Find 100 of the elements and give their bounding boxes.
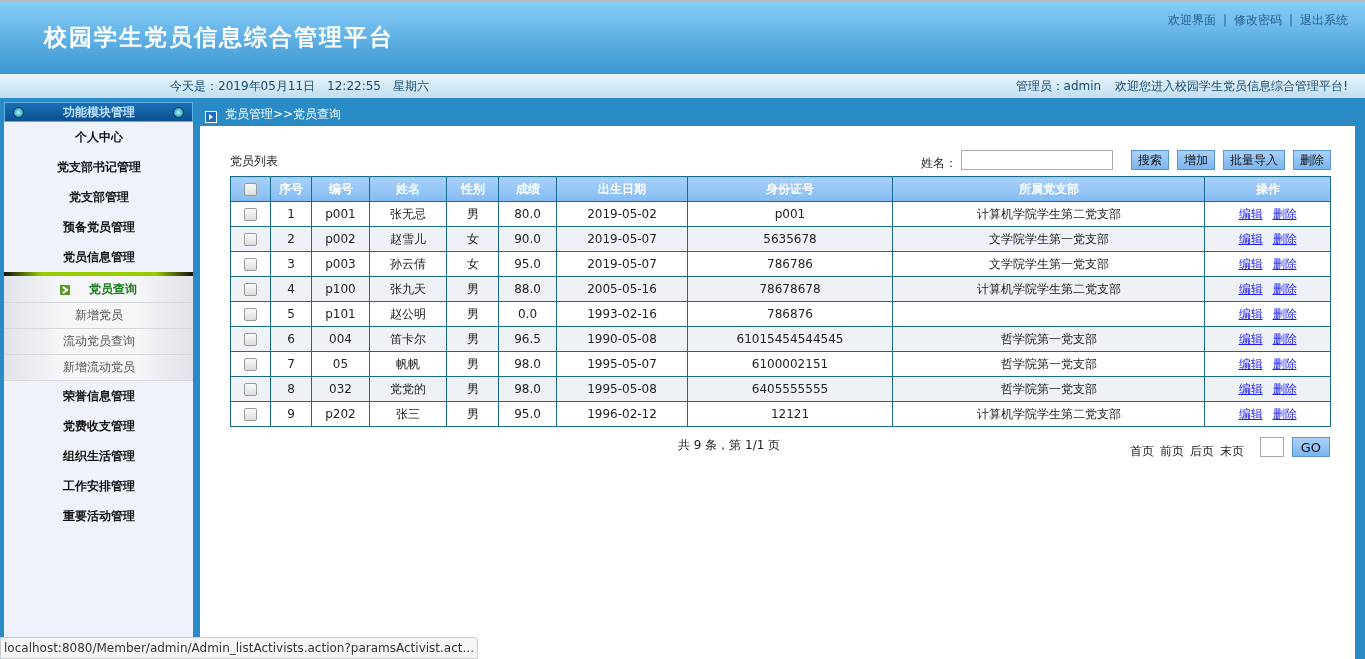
orb-icon [173,106,184,118]
separator: | [1222,13,1227,27]
page-summary: 共 9 条，第 1/1 页 [678,437,781,454]
date-time-text: 今天是：2019年05月11日 12:22:55 星期六 [169,77,429,95]
table-cell: p001 [311,201,370,227]
page-input-field[interactable] [1259,437,1284,457]
action-link[interactable]: 删除 [1272,206,1297,221]
sidebar-item[interactable]: 党支部书记管理 [4,152,193,182]
column-header: 出生日期 [556,176,688,202]
name-input-field[interactable] [961,150,1113,170]
action-link[interactable]: 删除 [1272,331,1297,346]
row-checkbox[interactable] [244,383,257,396]
orb-icon [13,106,24,118]
table-cell: 61015454544545 [687,326,893,352]
table-cell: 文学院学生第一党支部 [892,251,1205,277]
action-link[interactable]: 编辑 [1238,206,1263,221]
action-link[interactable]: 编辑 [1238,406,1263,421]
go-button[interactable]: GO [1291,437,1330,457]
sidebar-item[interactable]: 党支部管理 [4,182,193,212]
header-link[interactable]: 欢迎界面 [1167,13,1216,27]
select-all-checkbox[interactable] [244,183,257,196]
action-link[interactable]: 删除 [1272,381,1297,396]
action-link[interactable]: 删除 [1272,406,1297,421]
row-checkbox[interactable] [244,258,257,271]
table-cell: 6405555555 [687,376,893,402]
row-checkbox[interactable] [244,208,257,221]
table-cell: 哲学院第一党支部 [892,376,1205,402]
action-link[interactable]: 编辑 [1238,356,1263,371]
table-cell: p003 [311,251,370,277]
pagination-link[interactable]: 后页 [1189,442,1214,460]
row-checkbox[interactable] [244,358,257,371]
row-checkbox[interactable] [244,283,257,296]
sidebar-item[interactable]: 党员信息管理 [4,242,193,272]
action-link[interactable]: 删除 [1272,231,1297,246]
arrow-icon [60,284,71,295]
table-cell: 2019-05-02 [556,201,688,227]
table-cell: 1990-05-08 [556,326,688,352]
sidebar-title: 功能模块管理 [62,103,135,121]
pagination-link[interactable]: 前页 [1159,442,1184,460]
table-cell: 6100002151 [687,351,893,377]
action-link[interactable]: 删除 [1272,306,1297,321]
toolbar-button[interactable]: 搜索 [1131,150,1169,170]
table-cell: 1993-02-16 [556,301,688,327]
table-cell: 男 [446,351,499,377]
submenu-item[interactable]: 流动党员查询 [4,329,193,355]
table-cell: 赵公明 [369,301,447,327]
table-cell: 计算机学院学生第二党支部 [892,401,1205,427]
table-cell: 786786 [687,251,893,277]
toolbar-button[interactable]: 删除 [1293,150,1331,170]
row-checkbox[interactable] [244,308,257,321]
submenu-item[interactable]: 党员查询 [4,276,193,303]
table-cell: p001 [687,201,893,227]
column-header: 姓名 [369,176,447,202]
table-cell: 男 [446,301,499,327]
pagination-link[interactable]: 首页 [1129,442,1154,460]
sidebar-item[interactable]: 荣誉信息管理 [4,381,193,411]
row-checkbox[interactable] [244,233,257,246]
table-cell: 女 [446,251,499,277]
table-cell: 98.0 [498,351,557,377]
table-cell: 0.0 [498,301,557,327]
action-link[interactable]: 编辑 [1238,331,1263,346]
pagination-link[interactable]: 末页 [1219,442,1244,460]
row-checkbox[interactable] [244,408,257,421]
breadcrumb: 党员管理>>党员查询 [225,105,342,123]
column-header: 所属党支部 [892,176,1205,202]
action-link[interactable]: 编辑 [1238,306,1263,321]
table-cell: 哲学院第一党支部 [892,351,1205,377]
action-link[interactable]: 编辑 [1238,256,1263,271]
sidebar-item[interactable]: 党费收支管理 [4,411,193,441]
table-cell: 05 [311,351,370,377]
toolbar-button[interactable]: 批量导入 [1223,150,1285,170]
table-cell: 1995-05-08 [556,376,688,402]
submenu-item[interactable]: 新增流动党员 [4,355,193,381]
table-cell: 5635678 [687,226,893,252]
name-label: 姓名： [921,154,957,172]
table-cell: 12121 [687,401,893,427]
list-title: 党员列表 [230,153,278,170]
table-cell: 文学院学生第一党支部 [892,226,1205,252]
action-link[interactable]: 删除 [1272,256,1297,271]
action-link[interactable]: 编辑 [1238,231,1263,246]
column-header: 成绩 [498,176,557,202]
action-link[interactable]: 编辑 [1238,281,1263,296]
table-cell: 张无忌 [369,201,447,227]
table-cell: 男 [446,201,499,227]
toolbar-button[interactable]: 增加 [1177,150,1215,170]
sidebar-item[interactable]: 重要活动管理 [4,501,193,531]
header-link[interactable]: 修改密码 [1233,13,1282,27]
sidebar-item[interactable]: 组织生活管理 [4,441,193,471]
submenu-item[interactable]: 新增党员 [4,303,193,329]
sidebar-item[interactable]: 工作安排管理 [4,471,193,501]
header-link[interactable]: 退出系统 [1300,13,1348,27]
action-link[interactable]: 编辑 [1238,381,1263,396]
sidebar-item[interactable]: 个人中心 [4,122,193,152]
table-cell: 1995-05-07 [556,351,688,377]
table-cell: 9 [270,401,312,427]
action-link[interactable]: 删除 [1272,356,1297,371]
table-cell: 80.0 [498,201,557,227]
action-link[interactable]: 删除 [1272,281,1297,296]
row-checkbox[interactable] [244,333,257,346]
sidebar-item[interactable]: 预备党员管理 [4,212,193,242]
